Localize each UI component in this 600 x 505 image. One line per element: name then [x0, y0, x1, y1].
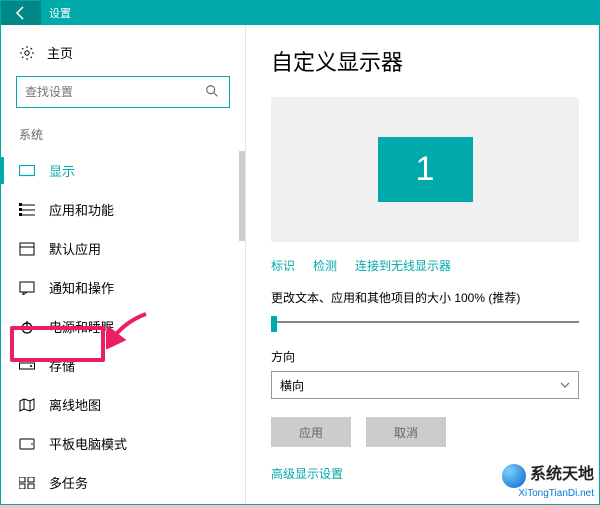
home-label: 主页 [47, 43, 73, 62]
wireless-link[interactable]: 连接到无线显示器 [355, 257, 451, 274]
default-apps-icon [19, 241, 35, 257]
display-preview[interactable]: 1 [271, 97, 579, 242]
orientation-select[interactable]: 横向 [271, 371, 579, 399]
sidebar-item-multitask[interactable]: 多任务 [1, 463, 245, 502]
scale-slider[interactable] [271, 314, 579, 330]
sidebar-item-label: 平板电脑模式 [49, 434, 127, 453]
sidebar-item-default-apps[interactable]: 默认应用 [1, 229, 245, 268]
sidebar-item-label: 电源和睡眠 [49, 317, 114, 336]
page-title: 自定义显示器 [271, 45, 579, 77]
detect-link[interactable]: 检测 [313, 257, 337, 274]
multitask-icon [19, 475, 35, 491]
sidebar-item-label: 显示 [49, 161, 75, 180]
sidebar: 主页 系统 显示 应用和功能 [1, 25, 246, 504]
search-field[interactable] [25, 85, 199, 99]
sidebar-item-label: 多任务 [49, 473, 88, 492]
nav-list: 显示 应用和功能 默认应用 通知和操作 [1, 151, 245, 504]
sidebar-item-power[interactable]: 电源和睡眠 [1, 307, 245, 346]
sidebar-item-display[interactable]: 显示 [1, 151, 245, 190]
sidebar-item-storage[interactable]: 存储 [1, 346, 245, 385]
back-button[interactable] [1, 1, 41, 25]
sidebar-item-offline-maps[interactable]: 离线地图 [1, 385, 245, 424]
map-icon [19, 397, 35, 413]
search-icon [205, 84, 221, 100]
cancel-button[interactable]: 取消 [366, 417, 446, 447]
slider-track [271, 321, 579, 323]
settings-window: 设置 主页 系统 显示 [0, 0, 600, 505]
slider-thumb[interactable] [271, 316, 277, 332]
main-panel: 自定义显示器 1 标识 检测 连接到无线显示器 更改文本、应用和其他项目的大小 … [246, 25, 599, 504]
sidebar-item-tablet[interactable]: 平板电脑模式 [1, 424, 245, 463]
gear-icon [19, 45, 35, 61]
sidebar-item-apps[interactable]: 应用和功能 [1, 190, 245, 229]
sidebar-item-project[interactable]: 投影到这台电脑 [1, 502, 245, 504]
sidebar-item-label: 离线地图 [49, 395, 101, 414]
scrollbar-thumb[interactable] [239, 151, 245, 241]
display-actions: 标识 检测 连接到无线显示器 [271, 257, 579, 274]
sidebar-scrollbar[interactable] [239, 151, 245, 504]
sidebar-item-label: 应用和功能 [49, 200, 114, 219]
notifications-icon [19, 280, 35, 296]
power-icon [19, 319, 35, 335]
titlebar: 设置 [1, 1, 599, 25]
storage-icon [19, 358, 35, 374]
monitor-number: 1 [416, 150, 435, 189]
search-input[interactable] [16, 76, 230, 108]
window-title: 设置 [41, 5, 71, 21]
orientation-label: 方向 [271, 348, 579, 365]
identify-link[interactable]: 标识 [271, 257, 295, 274]
display-icon [19, 163, 35, 179]
sidebar-item-label: 通知和操作 [49, 278, 114, 297]
sidebar-item-notifications[interactable]: 通知和操作 [1, 268, 245, 307]
scale-label: 更改文本、应用和其他项目的大小 100% (推荐) [271, 289, 579, 306]
chevron-down-icon [560, 382, 570, 388]
back-arrow-icon [13, 5, 29, 21]
home-link[interactable]: 主页 [1, 35, 245, 76]
apply-button[interactable]: 应用 [271, 417, 351, 447]
sidebar-item-label: 存储 [49, 356, 75, 375]
apps-icon [19, 202, 35, 218]
monitor-thumbnail[interactable]: 1 [378, 137, 473, 202]
orientation-value: 横向 [280, 377, 304, 394]
content-area: 主页 系统 显示 应用和功能 [1, 25, 599, 504]
sidebar-item-label: 默认应用 [49, 239, 101, 258]
advanced-display-link[interactable]: 高级显示设置 [271, 465, 579, 482]
tablet-icon [19, 436, 35, 452]
button-row: 应用 取消 [271, 417, 579, 447]
section-label: 系统 [1, 126, 245, 151]
